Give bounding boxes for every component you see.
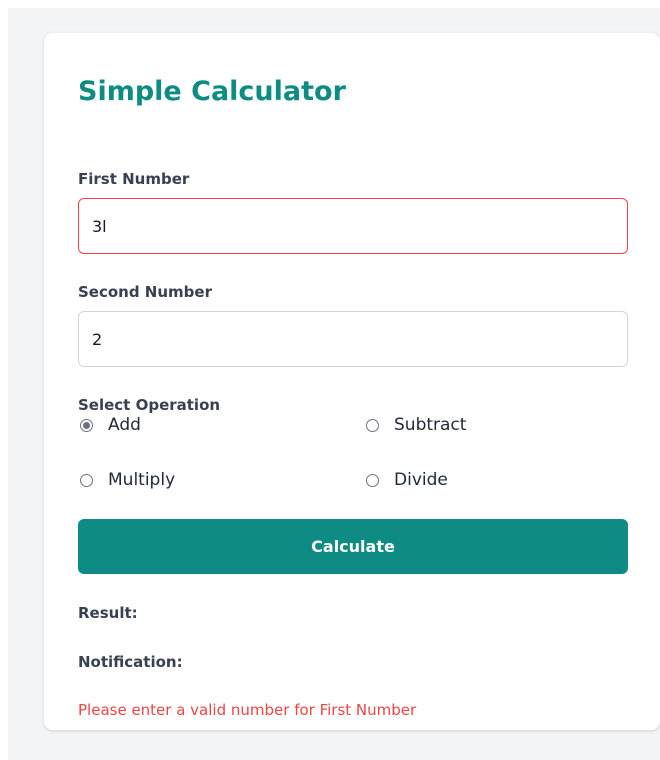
radio-add[interactable]: Add	[80, 412, 141, 438]
radio-multiply[interactable]: Multiply	[80, 467, 175, 493]
second-number-input[interactable]	[78, 311, 628, 367]
second-number-label: Second Number	[78, 283, 212, 301]
first-number-label: First Number	[78, 170, 190, 188]
error-message: Please enter a valid number for First Nu…	[78, 701, 417, 719]
radio-add-circle[interactable]	[80, 418, 93, 432]
radio-subtract[interactable]: Subtract	[366, 412, 466, 438]
radio-divide-circle[interactable]	[366, 473, 379, 487]
page-title: Simple Calculator	[78, 76, 346, 107]
first-number-input[interactable]	[78, 198, 628, 254]
calculate-button[interactable]: Calculate	[78, 519, 628, 574]
radio-multiply-label: Multiply	[108, 470, 176, 490]
radio-subtract-circle[interactable]	[366, 418, 379, 432]
calculator-card: Simple Calculator First Number Second Nu…	[44, 33, 660, 730]
radio-multiply-circle[interactable]	[80, 473, 93, 487]
radio-add-label: Add	[108, 415, 141, 435]
notification-label: Notification:	[78, 653, 183, 671]
result-label: Result:	[78, 604, 138, 622]
radio-divide[interactable]: Divide	[366, 467, 448, 493]
radio-divide-label: Divide	[394, 470, 448, 490]
radio-subtract-label: Subtract	[394, 415, 467, 435]
